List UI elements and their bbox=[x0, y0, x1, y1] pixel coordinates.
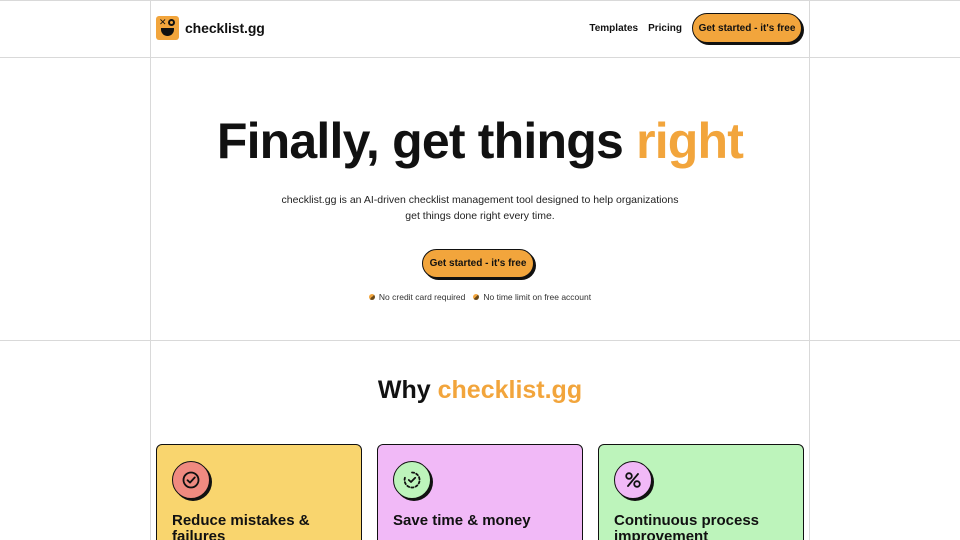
why-title-main: Why bbox=[377, 376, 438, 404]
hero-title-accent: right bbox=[636, 113, 744, 169]
why-title-accent: checklist.gg bbox=[437, 376, 583, 404]
grid-line-right bbox=[809, 0, 810, 540]
feature-card-title: Save time & money bbox=[393, 512, 531, 529]
why-section-title: Why checklist.gg bbox=[0, 376, 960, 405]
brand-name: checklist.gg bbox=[185, 20, 265, 36]
perk-item: No time limit on free account bbox=[473, 292, 591, 302]
percent-icon bbox=[614, 461, 652, 499]
section-divider bbox=[0, 340, 960, 341]
perk-no-time-limit: No time limit on free account bbox=[483, 292, 592, 302]
feature-card-title: Reduce mistakes & failures bbox=[172, 512, 310, 540]
check-circle-icon bbox=[172, 461, 210, 499]
header-get-started-button[interactable]: Get started - it's free bbox=[692, 13, 802, 43]
nav-link-pricing[interactable]: Pricing bbox=[648, 23, 682, 34]
feature-card-reduce-mistakes: Reduce mistakes & failures bbox=[156, 444, 362, 540]
feature-card-title: Continuous process improvement bbox=[614, 512, 760, 540]
coin-icon bbox=[473, 294, 480, 300]
perk-no-credit-card: No credit card required bbox=[378, 292, 466, 302]
hero-title-main: Finally, get things bbox=[216, 113, 637, 169]
hero-get-started-button[interactable]: Get started - it's free bbox=[422, 249, 534, 278]
brand-logo-link[interactable]: ✕ checklist.gg bbox=[156, 16, 265, 40]
grid-line-left bbox=[150, 0, 151, 540]
logo-face-icon: ✕ bbox=[156, 16, 179, 40]
perk-item: No credit card required bbox=[368, 292, 466, 302]
hero-title: Finally, get things right bbox=[0, 112, 960, 170]
hero-perks: No credit card required No time limit on… bbox=[0, 292, 960, 302]
hero-description: checklist.gg is an AI-driven checklist m… bbox=[281, 194, 679, 222]
main-nav: Templates Pricing Get started - it's fre… bbox=[589, 13, 802, 43]
header-divider bbox=[0, 57, 960, 58]
stopwatch-check-icon bbox=[393, 461, 431, 499]
feature-card-continuous-improvement: Continuous process improvement bbox=[598, 444, 804, 540]
feature-card-save-time: Save time & money bbox=[377, 444, 583, 540]
coin-icon bbox=[368, 294, 375, 300]
site-header: ✕ checklist.gg Templates Pricing Get sta… bbox=[150, 0, 810, 57]
nav-link-templates[interactable]: Templates bbox=[589, 23, 638, 34]
